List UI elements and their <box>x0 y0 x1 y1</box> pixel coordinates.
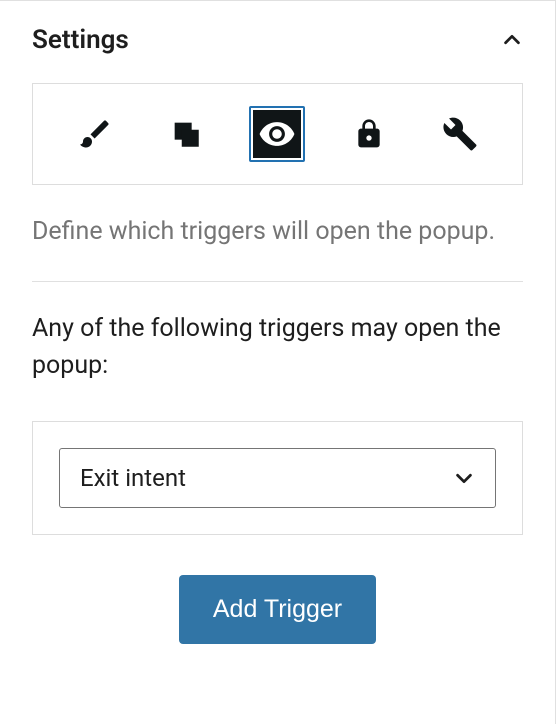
eye-icon <box>258 115 296 153</box>
trigger-type-select[interactable]: Exit intent <box>59 448 496 508</box>
tab-description: Define which triggers will open the popu… <box>32 213 523 251</box>
add-trigger-button[interactable]: Add Trigger <box>179 575 376 644</box>
trigger-select-value: Exit intent <box>80 464 186 492</box>
chevron-down-icon <box>453 467 475 489</box>
brush-icon <box>77 116 113 152</box>
tab-design[interactable] <box>67 106 123 162</box>
chevron-up-icon <box>501 29 523 51</box>
layers-icon <box>169 117 203 151</box>
lock-icon <box>353 118 385 150</box>
tab-display[interactable] <box>158 106 214 162</box>
settings-tabs <box>32 83 523 185</box>
divider <box>32 281 523 282</box>
trigger-select-wrap: Exit intent <box>59 448 496 508</box>
tab-advanced[interactable] <box>432 106 488 162</box>
tab-triggers[interactable] <box>249 106 305 162</box>
tab-rules[interactable] <box>341 106 397 162</box>
settings-panel-header[interactable]: Settings <box>32 1 523 83</box>
trigger-list: Exit intent <box>32 421 523 535</box>
panel-title: Settings <box>32 25 129 55</box>
wrench-icon <box>442 116 478 152</box>
add-trigger-row: Add Trigger <box>32 575 523 644</box>
section-label: Any of the following triggers may open t… <box>32 310 523 385</box>
settings-panel: Settings <box>0 1 555 676</box>
